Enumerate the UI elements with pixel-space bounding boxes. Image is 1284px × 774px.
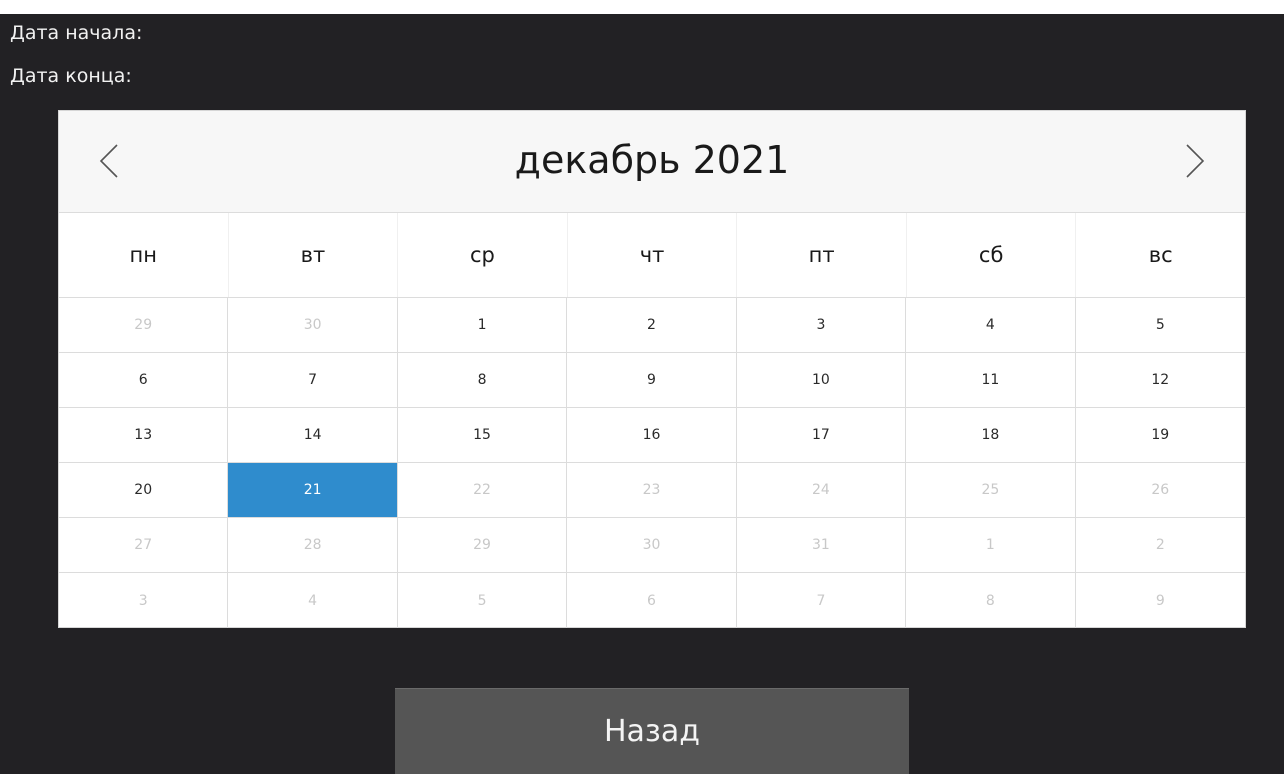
day-cell[interactable]: 1	[906, 518, 1076, 573]
day-cell[interactable]: 14	[228, 408, 398, 463]
day-cell[interactable]: 28	[228, 518, 398, 573]
weekday-wednesday: ср	[398, 213, 568, 297]
weekday-tuesday: вт	[229, 213, 399, 297]
day-cell[interactable]: 12	[1075, 353, 1245, 408]
day-cell[interactable]: 8	[906, 573, 1076, 628]
day-cell[interactable]: 3	[736, 298, 907, 353]
day-cell[interactable]: 10	[736, 353, 907, 408]
day-cell[interactable]: 4	[906, 298, 1076, 353]
day-cell[interactable]: 9	[567, 353, 737, 408]
chevron-right-icon	[1186, 144, 1205, 178]
calendar-header: декабрь 2021	[59, 111, 1245, 213]
weekday-saturday: сб	[907, 213, 1077, 297]
day-cell[interactable]: 2	[1075, 518, 1245, 573]
start-date-label: Дата начала:	[10, 22, 143, 44]
day-cell[interactable]: 13	[59, 408, 229, 463]
day-cell[interactable]: 3	[59, 573, 229, 628]
day-cell[interactable]: 16	[567, 408, 737, 463]
day-cell[interactable]: 29	[397, 518, 568, 573]
day-cell[interactable]: 6	[59, 353, 229, 408]
day-cell[interactable]: 30	[228, 298, 398, 353]
weekday-monday: пн	[59, 213, 229, 297]
end-date-label: Дата конца:	[10, 65, 132, 87]
weekday-header-row: пн вт ср чт пт сб вс	[59, 213, 1245, 298]
app-screen: Дата начала: Дата конца: декабрь 2021 пн…	[0, 14, 1284, 774]
day-cell[interactable]: 26	[1075, 463, 1245, 518]
calendar-widget: декабрь 2021 пн вт ср чт пт сб вс 29 30 …	[58, 110, 1246, 628]
day-cell[interactable]: 25	[906, 463, 1076, 518]
month-title: декабрь 2021	[514, 138, 790, 182]
day-cell[interactable]: 24	[736, 463, 907, 518]
day-cell[interactable]: 22	[397, 463, 568, 518]
day-cell[interactable]: 15	[397, 408, 568, 463]
day-cell[interactable]: 18	[906, 408, 1076, 463]
day-cell[interactable]: 17	[736, 408, 907, 463]
day-cell[interactable]: 30	[567, 518, 737, 573]
day-cell[interactable]: 8	[397, 353, 568, 408]
day-cell[interactable]: 5	[398, 573, 568, 628]
day-cell[interactable]: 31	[736, 518, 907, 573]
back-button[interactable]: Назад	[395, 688, 909, 774]
day-cell[interactable]: 5	[1075, 298, 1245, 353]
next-month-button[interactable]	[1173, 141, 1213, 181]
weekday-thursday: чт	[568, 213, 738, 297]
day-cell[interactable]: 19	[1075, 408, 1245, 463]
weekday-sunday: вс	[1148, 243, 1173, 267]
day-cell[interactable]: 7	[737, 573, 907, 628]
day-cell[interactable]: 7	[228, 353, 398, 408]
weekday-friday: пт	[737, 213, 907, 297]
day-cell-selected[interactable]: 21	[228, 463, 398, 518]
day-cell[interactable]: 29	[59, 298, 229, 353]
day-cell[interactable]: 27	[59, 518, 229, 573]
day-cell[interactable]: 20	[59, 463, 229, 518]
day-cell[interactable]: 1	[397, 298, 568, 353]
day-cell[interactable]: 4	[228, 573, 398, 628]
day-cell[interactable]: 9	[1076, 573, 1245, 628]
calendar-day-grid: 29 30 1 2 3 4 5 6 7 8 9 10 11 12 13 14 1…	[59, 298, 1245, 628]
day-cell[interactable]: 2	[567, 298, 737, 353]
day-cell[interactable]: 6	[567, 573, 737, 628]
day-cell[interactable]: 23	[567, 463, 737, 518]
day-cell[interactable]: 11	[906, 353, 1076, 408]
